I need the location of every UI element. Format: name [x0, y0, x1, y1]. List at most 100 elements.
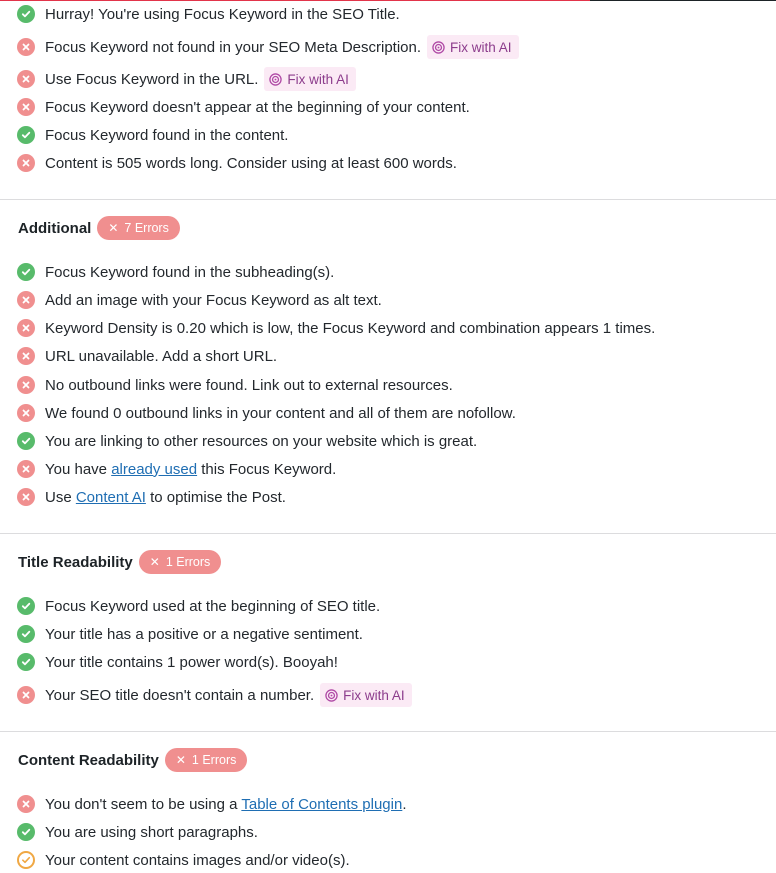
error-icon — [17, 460, 35, 478]
check-item: Your title contains 1 power word(s). Boo… — [17, 652, 338, 672]
check-icon — [17, 823, 35, 841]
check-text: Your title contains 1 power word(s). Boo… — [45, 653, 338, 671]
error-icon — [17, 347, 35, 365]
score-progress-line — [0, 0, 590, 1]
check-text: Your content contains images and/or vide… — [45, 851, 350, 869]
check-icon — [17, 126, 35, 144]
check-text: Focus Keyword doesn't appear at the begi… — [45, 98, 470, 116]
section-header-additional[interactable]: Additional ✕ 7 Errors — [18, 216, 180, 240]
check-item: Your content contains images and/or vide… — [17, 850, 350, 870]
fix-with-ai-button[interactable]: Fix with AI — [320, 683, 412, 707]
check-item: You are linking to other resources on yo… — [17, 431, 477, 451]
check-text: Focus Keyword found in the content. — [45, 126, 289, 144]
pre-text: You have — [45, 460, 112, 478]
check-text: Focus Keyword not found in your SEO Meta… — [45, 38, 422, 56]
close-icon: ✕ — [175, 753, 186, 767]
fix-label: Fix with AI — [450, 39, 512, 55]
check-text: Hurray! You're using Focus Keyword in th… — [45, 5, 400, 23]
pre-text: You don't seem to be using a — [45, 795, 242, 813]
check-item: Hurray! You're using Focus Keyword in th… — [17, 4, 400, 24]
error-icon — [17, 376, 35, 394]
check-text: Keyword Density is 0.20 which is low, th… — [45, 319, 656, 337]
check-item: Focus Keyword found in the content. — [17, 125, 288, 145]
check-icon — [17, 5, 35, 23]
check-item: Content is 505 words long. Consider usin… — [17, 153, 457, 173]
check-text: We found 0 outbound links in your conten… — [45, 404, 516, 422]
ai-icon — [432, 40, 445, 54]
error-icon — [17, 291, 35, 309]
check-item: Focus Keyword used at the beginning of S… — [17, 596, 380, 616]
check-item: Focus Keyword doesn't appear at the begi… — [17, 97, 470, 117]
section-header-content-readability[interactable]: Content Readability ✕ 1 Errors — [18, 748, 248, 772]
check-item: Your title has a positive or a negative … — [17, 624, 363, 644]
check-item: Your SEO title doesn't contain a number.… — [17, 683, 412, 707]
check-item: Keyword Density is 0.20 which is low, th… — [17, 318, 655, 338]
top-border — [0, 0, 776, 1]
section-title: Title Readability — [18, 553, 133, 571]
post-text: this Focus Keyword. — [197, 460, 337, 478]
check-text: Content is 505 words long. Consider usin… — [45, 154, 457, 172]
check-item: Add an image with your Focus Keyword as … — [17, 290, 382, 310]
seo-analysis-panel: Hurray! You're using Focus Keyword in th… — [0, 0, 776, 873]
fix-with-ai-button[interactable]: Fix with AI — [264, 67, 356, 91]
error-icon — [17, 38, 35, 56]
check-text: Use Content AI to optimise the Post. — [45, 489, 286, 506]
inline-link[interactable]: already used — [111, 461, 197, 478]
check-text: Your SEO title doesn't contain a number. — [45, 686, 315, 704]
check-text: URL unavailable. Add a short URL. — [45, 347, 278, 365]
section-title: Additional — [18, 219, 92, 237]
check-item: You are using short paragraphs. — [17, 822, 258, 842]
check-icon — [17, 597, 35, 615]
check-item: You have already used this Focus Keyword… — [17, 459, 336, 479]
section-title: Content Readability — [18, 751, 159, 769]
error-icon — [17, 686, 35, 704]
check-icon — [17, 653, 35, 671]
badge-label: 1 Errors — [191, 753, 237, 767]
error-icon — [17, 70, 35, 88]
check-item: Focus Keyword found in the subheading(s)… — [17, 262, 334, 282]
check-item: Use Focus Keyword in the URL. Fix with AI — [17, 67, 356, 91]
check-text: You are linking to other resources on yo… — [45, 432, 478, 450]
ai-icon — [269, 72, 283, 86]
pre-text: Use — [45, 488, 76, 506]
check-item: Focus Keyword not found in your SEO Meta… — [17, 35, 519, 59]
check-item: Use Content AI to optimise the Post. — [17, 487, 286, 507]
section-divider — [0, 731, 776, 732]
close-icon: ✕ — [108, 221, 119, 235]
inline-link[interactable]: Content AI — [76, 489, 146, 506]
check-icon — [17, 263, 35, 281]
check-text: Add an image with your Focus Keyword as … — [45, 291, 382, 309]
check-text: You are using short paragraphs. — [45, 823, 258, 841]
check-text: You have already used this Focus Keyword… — [45, 461, 336, 478]
check-text: Focus Keyword used at the beginning of S… — [45, 597, 381, 615]
error-icon — [17, 319, 35, 337]
error-count-badge: ✕ 1 Errors — [138, 550, 222, 574]
check-icon — [17, 432, 35, 450]
badge-label: 1 Errors — [165, 555, 211, 569]
inline-link[interactable]: Table of Contents plugin — [241, 796, 402, 813]
check-icon — [17, 625, 35, 643]
post-text: to optimise the Post. — [145, 488, 286, 506]
close-icon: ✕ — [149, 555, 160, 569]
error-icon — [17, 404, 35, 422]
badge-label: 7 Errors — [124, 221, 169, 235]
warning-icon — [17, 851, 35, 869]
check-text: Focus Keyword found in the subheading(s)… — [45, 263, 335, 281]
error-icon — [17, 154, 35, 172]
check-text: Use Focus Keyword in the URL. — [45, 70, 259, 88]
error-icon — [17, 488, 35, 506]
section-divider — [0, 533, 776, 534]
post-text: . — [402, 795, 407, 813]
fix-label: Fix with AI — [287, 71, 349, 87]
section-divider — [0, 199, 776, 200]
ai-icon — [325, 688, 338, 702]
error-icon — [17, 98, 35, 116]
check-text: You don't seem to be using a Table of Co… — [45, 796, 406, 813]
fix-label: Fix with AI — [343, 687, 405, 703]
section-header-title-readability[interactable]: Title Readability ✕ 1 Errors — [18, 550, 222, 574]
fix-with-ai-button[interactable]: Fix with AI — [427, 35, 519, 59]
check-item: We found 0 outbound links in your conten… — [17, 403, 516, 423]
error-count-badge: ✕ 1 Errors — [164, 748, 248, 772]
error-icon — [17, 795, 35, 813]
check-item: No outbound links were found. Link out t… — [17, 375, 453, 395]
